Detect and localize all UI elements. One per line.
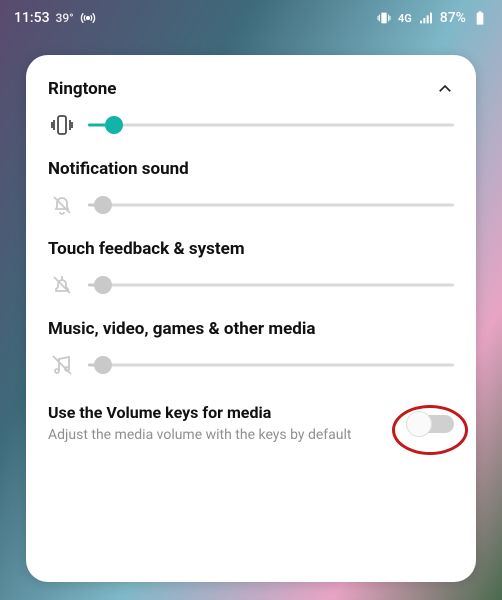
volume-keys-text: Use the Volume keys for media Adjust the… — [48, 403, 396, 444]
network-type: 4G — [398, 12, 412, 25]
vibrate-icon — [50, 113, 74, 137]
media-section: Music, video, games & other media — [48, 319, 454, 377]
touch-row — [48, 273, 454, 297]
media-header: Music, video, games & other media — [48, 319, 454, 339]
bell-off-icon — [50, 193, 74, 217]
touch-mute-icon — [50, 273, 74, 297]
ringtone-row — [48, 113, 454, 137]
music-off-icon — [50, 353, 74, 377]
touch-title: Touch feedback & system — [48, 239, 245, 259]
hotspot-icon — [80, 10, 96, 26]
media-title: Music, video, games & other media — [48, 319, 315, 339]
volume-keys-title: Use the Volume keys for media — [48, 403, 390, 422]
notification-header: Notification sound — [48, 159, 454, 179]
volume-keys-switch[interactable] — [406, 411, 454, 437]
battery-pct: 87% — [440, 10, 466, 26]
status-bar: 11:53 39° 4G 87% — [0, 0, 502, 36]
ringtone-section: Ringtone — [48, 79, 454, 137]
signal-icon — [418, 10, 434, 26]
vibrate-status-icon — [376, 10, 392, 26]
status-time: 11:53 — [14, 10, 50, 26]
switch-knob — [406, 411, 432, 437]
chevron-up-icon — [436, 80, 454, 98]
touch-slider[interactable] — [88, 275, 454, 295]
notification-section: Notification sound — [48, 159, 454, 217]
volume-keys-desc: Adjust the media volume with the keys by… — [48, 426, 390, 444]
media-row — [48, 353, 454, 377]
ringtone-title: Ringtone — [48, 79, 116, 99]
ringtone-slider[interactable] — [88, 115, 454, 135]
status-left: 11:53 39° — [14, 10, 96, 26]
media-slider[interactable] — [88, 355, 454, 375]
notification-row — [48, 193, 454, 217]
sound-settings-card: Ringtone Notification sound — [26, 55, 476, 582]
notification-slider[interactable] — [88, 195, 454, 215]
touch-section: Touch feedback & system — [48, 239, 454, 297]
status-temp: 39° — [56, 11, 74, 25]
status-right: 4G 87% — [376, 10, 488, 26]
volume-keys-toggle-row: Use the Volume keys for media Adjust the… — [48, 399, 454, 444]
touch-header: Touch feedback & system — [48, 239, 454, 259]
battery-icon — [472, 10, 488, 26]
ringtone-header[interactable]: Ringtone — [48, 79, 454, 99]
notification-title: Notification sound — [48, 159, 189, 179]
